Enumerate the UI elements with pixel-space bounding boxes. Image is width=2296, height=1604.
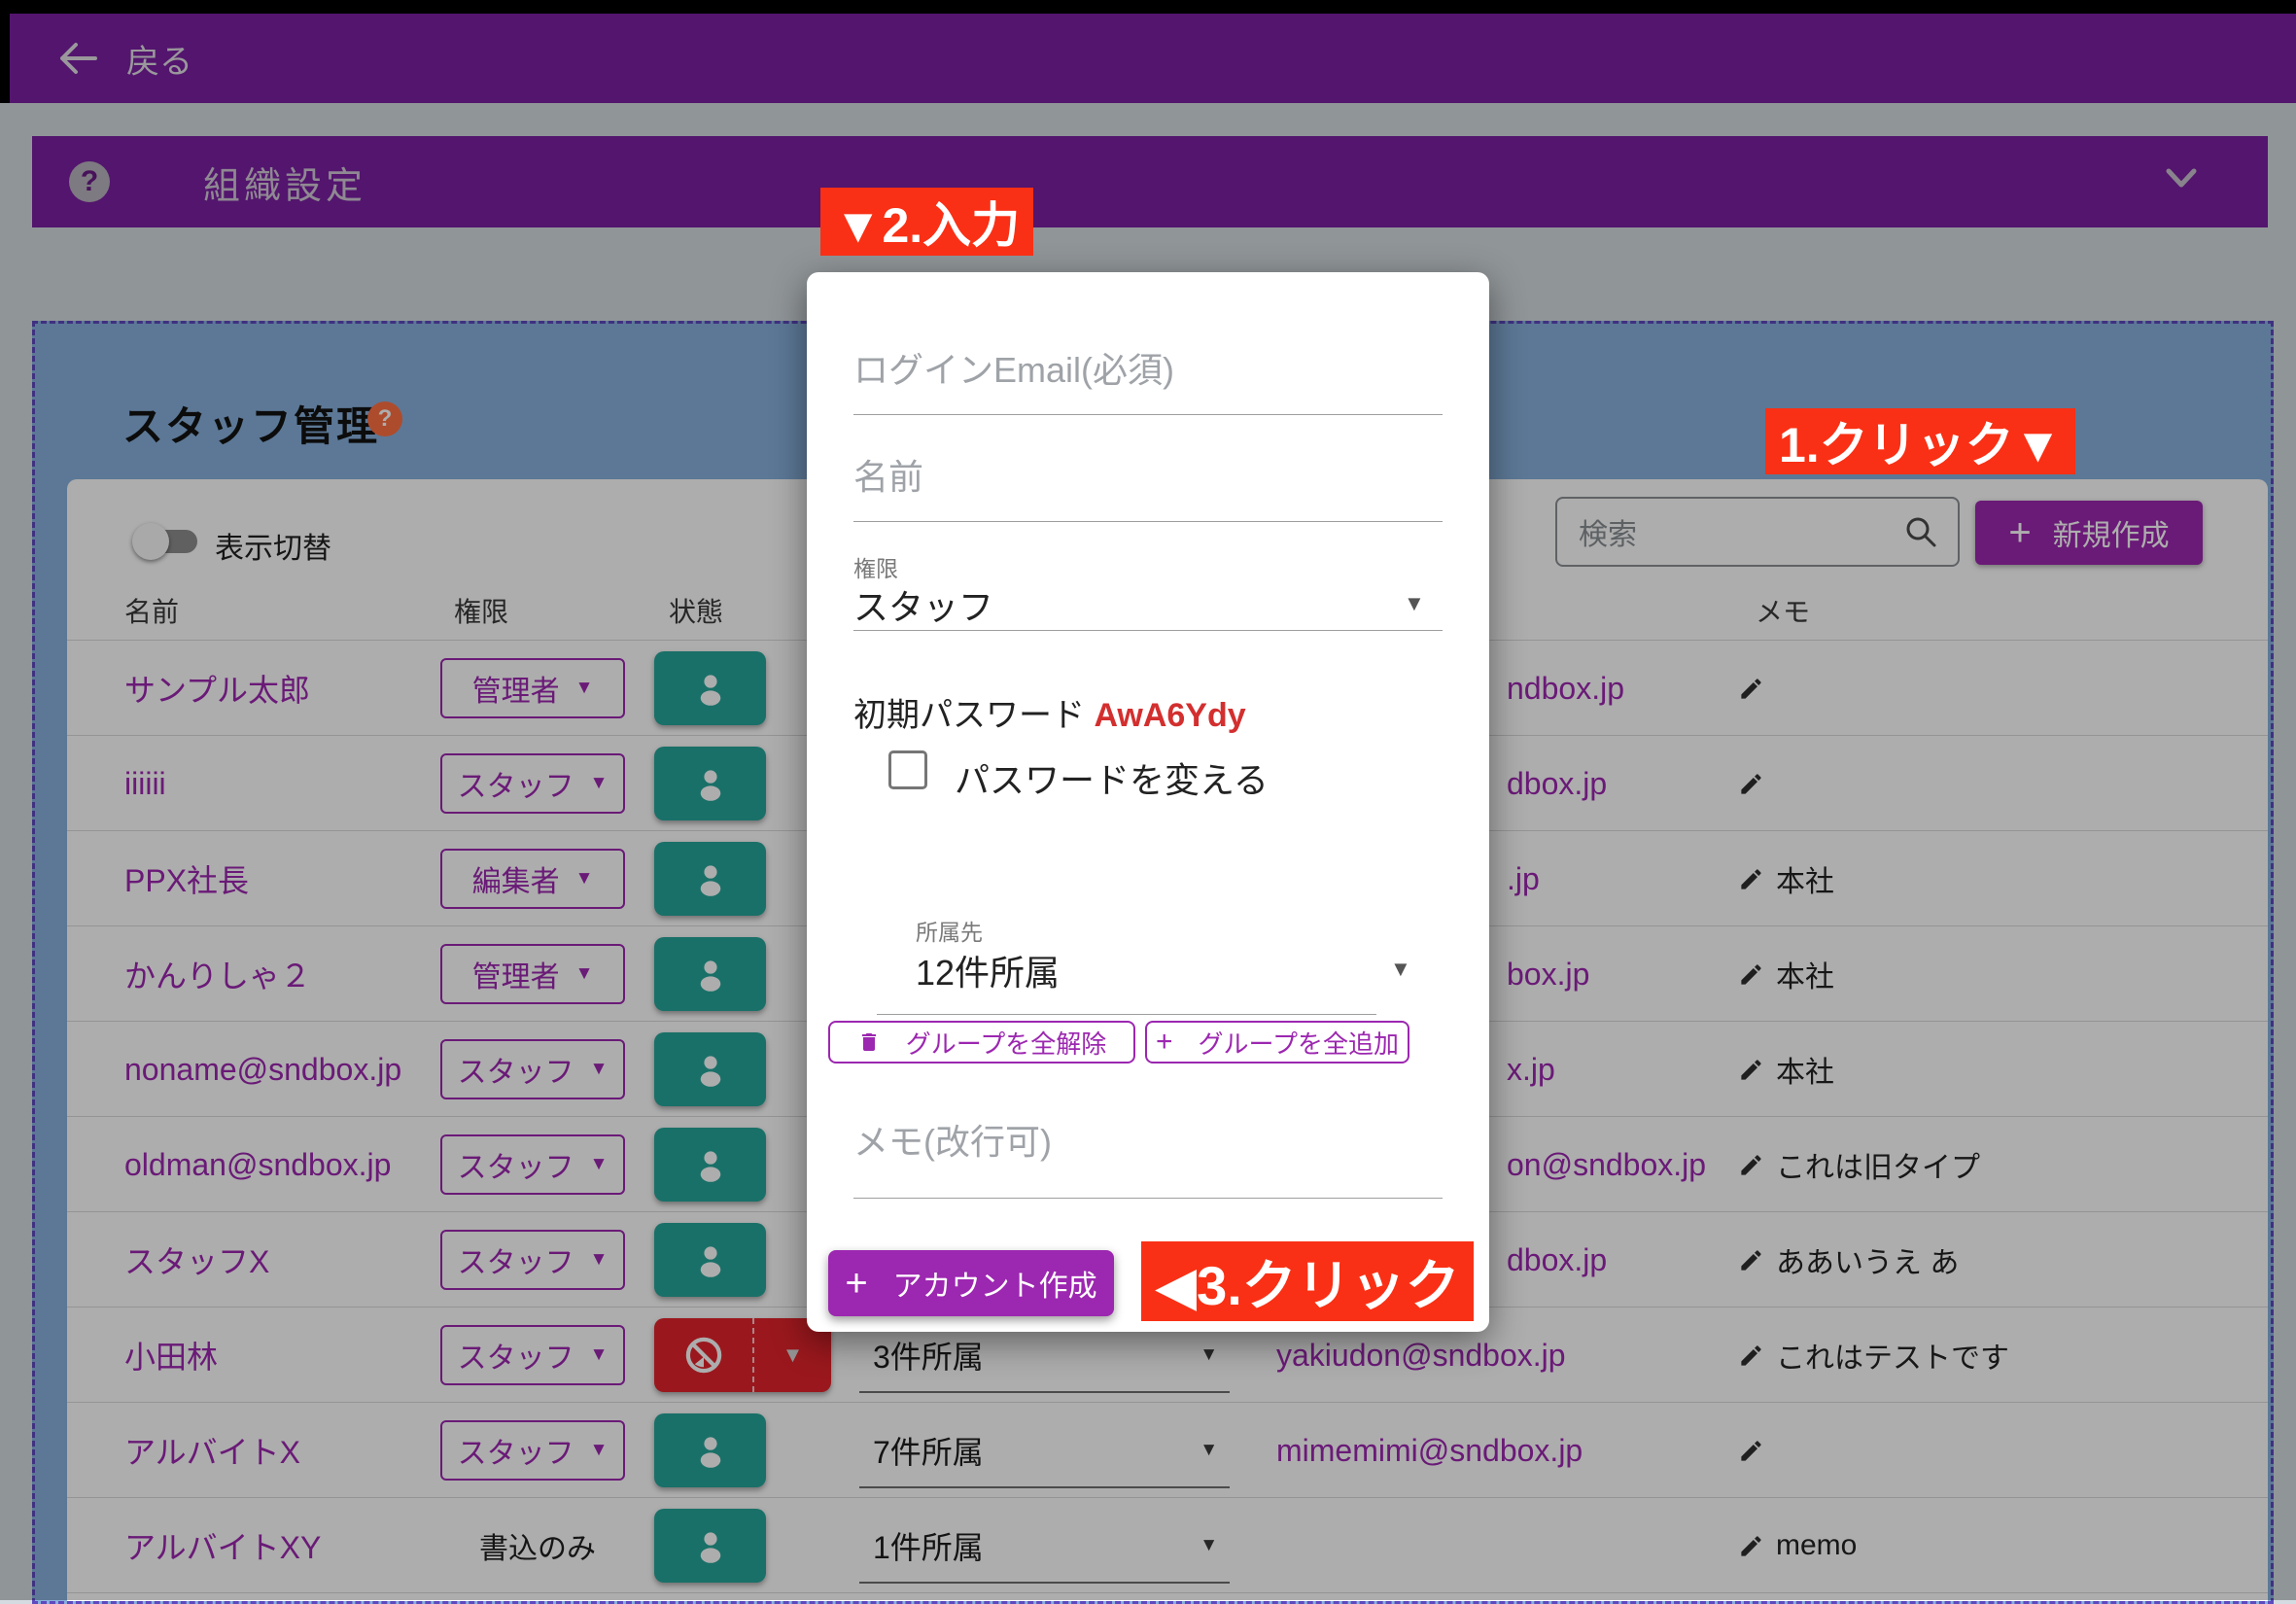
change-password-checkbox[interactable] [888,750,927,789]
field-underline [853,630,1443,631]
initial-password-row: 初期パスワード AwA6Ydy [853,688,1246,736]
dropdown-caret-icon[interactable]: ▼ [1390,957,1411,982]
add-all-groups-button[interactable]: + グループを全追加 [1145,1021,1409,1064]
remove-all-groups-button[interactable]: グループを全解除 [828,1021,1135,1064]
affiliation-select[interactable]: 12件所属 [916,945,1060,995]
plus-icon: + [845,1264,867,1303]
affiliation-select-label: 所属先 [916,914,983,947]
field-underline [853,1198,1443,1199]
annotation-step3: ◀3.クリック [1141,1241,1474,1321]
field-underline [877,1014,1376,1015]
annotation-step2: ▼2.入力 [820,188,1033,256]
field-underline [853,414,1443,415]
name-field[interactable]: 名前 [853,449,923,500]
dropdown-caret-icon[interactable]: ▼ [1404,591,1425,616]
trash-icon [857,1030,881,1054]
field-underline [853,521,1443,522]
annotation-step1: 1.クリック▼ [1765,408,2075,474]
create-account-modal: ログインEmail(必須) 名前 権限 スタッフ ▼ 初期パスワード AwA6Y… [807,272,1489,1332]
memo-field[interactable]: メモ(改行可) [853,1114,1052,1165]
plus-icon: + [1156,1026,1173,1059]
login-email-field[interactable]: ログインEmail(必須) [853,342,1174,393]
create-account-button[interactable]: + アカウント作成 [828,1250,1114,1316]
role-select[interactable]: スタッフ [853,579,993,630]
role-select-label: 権限 [853,550,898,583]
initial-password-value: AwA6Ydy [1094,697,1245,734]
change-password-label: パスワードを変える [955,752,1269,803]
